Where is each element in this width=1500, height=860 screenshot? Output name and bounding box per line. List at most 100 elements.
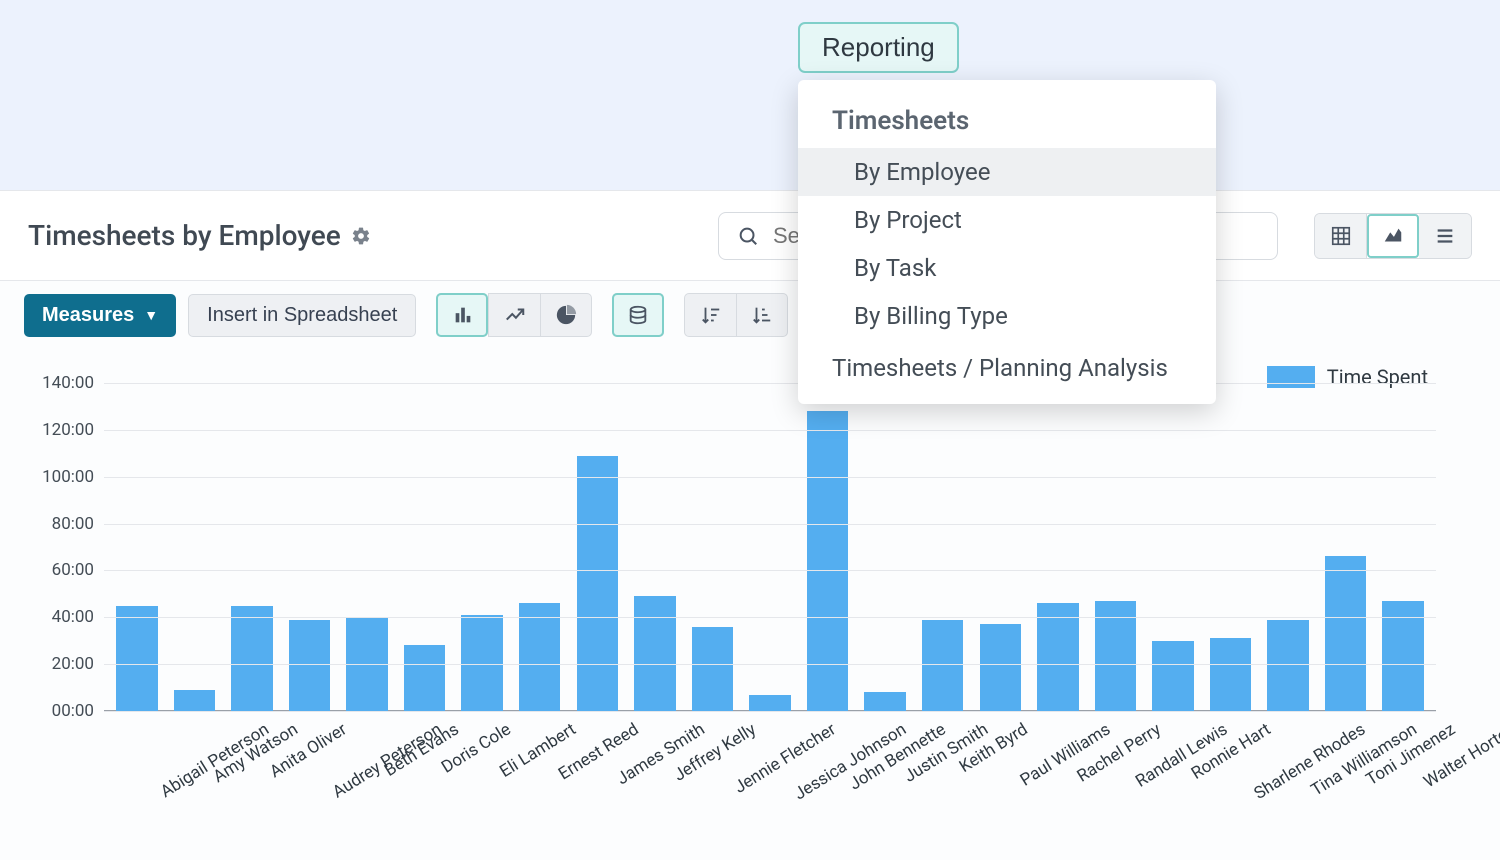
chart-bar-slot: Ernest Reed <box>511 383 569 711</box>
dropdown-item-label: By Billing Type <box>854 302 1008 330</box>
chart-gridline <box>104 430 1436 431</box>
chart-bar-slot: Audrey Peterson <box>281 383 339 711</box>
sort-desc-icon <box>700 304 722 326</box>
chart-gridline <box>104 570 1436 571</box>
chart-bar-slot: Anita Oliver <box>223 383 281 711</box>
chart-bar-slot: John Bennette <box>799 383 857 711</box>
chart-bar-slot: James Smith <box>569 383 627 711</box>
list-icon <box>1434 225 1456 247</box>
chart-y-tick: 20:00 <box>52 654 104 674</box>
chart-bar-slot: Jessica Johnson <box>741 383 799 711</box>
chart-y-tick: 40:00 <box>52 607 104 627</box>
sort-asc-button[interactable] <box>736 293 788 337</box>
sort-group <box>684 293 788 337</box>
reporting-menu-button[interactable]: Reporting <box>798 22 959 73</box>
chart-y-tick: 120:00 <box>42 420 104 440</box>
chart-bar-slot: Jennie Fletcher <box>684 383 742 711</box>
pie-chart-icon <box>555 304 577 326</box>
insert-spreadsheet-button[interactable]: Insert in Spreadsheet <box>188 294 416 337</box>
stack-icon <box>627 304 649 326</box>
stacked-toggle-button[interactable] <box>612 293 664 337</box>
chart-type-line-button[interactable] <box>488 293 540 337</box>
chart-bar[interactable] <box>461 615 502 711</box>
view-graph-button[interactable] <box>1367 214 1419 258</box>
dropdown-item-label: By Task <box>854 254 936 282</box>
dropdown-item-label: By Employee <box>854 158 990 186</box>
chart-bar-slot: Randall Lewis <box>1087 383 1145 711</box>
chart-type-bar-button[interactable] <box>436 293 488 337</box>
chart-bar-slot: Eli Lambert <box>453 383 511 711</box>
chart-bar[interactable] <box>864 692 905 711</box>
chart-gridline <box>104 711 1436 712</box>
chart-gridline <box>104 477 1436 478</box>
chart-bar-slot: Rachel Perry <box>1029 383 1087 711</box>
dropdown-bottom-link-label: Timesheets / Planning Analysis <box>832 354 1168 382</box>
chart-gridline <box>104 524 1436 525</box>
chart-bar[interactable] <box>1267 620 1308 711</box>
chart-bar-slot: Keith Byrd <box>914 383 972 711</box>
dropdown-item-by-employee[interactable]: By Employee <box>798 148 1216 196</box>
measures-button[interactable]: Measures ▼ <box>24 294 176 337</box>
insert-spreadsheet-label: Insert in Spreadsheet <box>207 304 397 326</box>
chart-bar-slot: Sharlene Rhodes <box>1202 383 1260 711</box>
grid-icon <box>1330 225 1352 247</box>
chart-bar-slot: Abigail Peterson <box>108 383 166 711</box>
chart-bar[interactable] <box>174 690 215 711</box>
chart-bar[interactable] <box>116 606 157 711</box>
chart-area: Time Spent Abigail PetersonAmy WatsonAni… <box>0 349 1500 857</box>
chart-bar-slot: Jeffrey Kelly <box>626 383 684 711</box>
chart-bar-slot: Walter Horton <box>1374 383 1432 711</box>
chart-type-group <box>436 293 592 337</box>
chart-bar[interactable] <box>1152 641 1193 711</box>
search-icon <box>737 225 759 247</box>
chart-gridline <box>104 664 1436 665</box>
view-switcher <box>1314 213 1472 259</box>
gear-icon[interactable] <box>351 226 371 246</box>
page-title: Timesheets by Employee <box>28 219 371 252</box>
chart-gridline <box>104 383 1436 384</box>
chart-bar[interactable] <box>922 620 963 711</box>
chart-bar[interactable] <box>231 606 272 711</box>
dropdown-item-by-task[interactable]: By Task <box>798 244 1216 292</box>
view-pivot-button[interactable] <box>1315 214 1367 258</box>
chart-y-tick: 140:00 <box>42 373 104 393</box>
chart-bar[interactable] <box>692 627 733 711</box>
sort-desc-button[interactable] <box>684 293 736 337</box>
line-chart-icon <box>504 304 526 326</box>
chart-bar-slot: Tina Williamson <box>1259 383 1317 711</box>
chart-bar[interactable] <box>289 620 330 711</box>
chart-bar-slot: Toni Jimenez <box>1317 383 1375 711</box>
sort-asc-icon <box>751 304 773 326</box>
chart-plot: Abigail PetersonAmy WatsonAnita OliverAu… <box>104 383 1436 711</box>
chart-gridline <box>104 617 1436 618</box>
chart-bar[interactable] <box>807 411 848 711</box>
chart-bar[interactable] <box>519 603 560 711</box>
chart-bar[interactable] <box>980 624 1021 711</box>
reporting-menu-label: Reporting <box>822 32 935 62</box>
dropdown-section-title: Timesheets <box>798 94 1216 148</box>
chart-bar[interactable] <box>577 456 618 711</box>
chart-bar[interactable] <box>749 695 790 711</box>
dropdown-planning-analysis[interactable]: Timesheets / Planning Analysis <box>798 340 1216 382</box>
chart-bar-slot: Justin Smith <box>856 383 914 711</box>
chart-y-tick: 60:00 <box>52 560 104 580</box>
dropdown-item-label: By Project <box>854 206 962 234</box>
chart-bar-slot: Doris Cole <box>396 383 454 711</box>
area-chart-icon <box>1382 225 1404 247</box>
reporting-dropdown: Timesheets By Employee By Project By Tas… <box>798 80 1216 404</box>
chart-y-tick: 100:00 <box>42 467 104 487</box>
chart-bar-slot: Beth Evans <box>338 383 396 711</box>
chart-y-tick: 80:00 <box>52 514 104 534</box>
dropdown-item-by-project[interactable]: By Project <box>798 196 1216 244</box>
chart-type-pie-button[interactable] <box>540 293 592 337</box>
view-list-button[interactable] <box>1419 214 1471 258</box>
chart-bar[interactable] <box>1325 556 1366 711</box>
dropdown-item-by-billing-type[interactable]: By Billing Type <box>798 292 1216 340</box>
chart-bar[interactable] <box>1210 638 1251 711</box>
measures-label: Measures <box>42 304 134 327</box>
chart-bar-slot: Ronnie Hart <box>1144 383 1202 711</box>
chart-bar[interactable] <box>404 645 445 711</box>
chart-bar[interactable] <box>1037 603 1078 711</box>
chart-bar[interactable] <box>634 596 675 711</box>
chart-y-tick: 00:00 <box>52 701 104 721</box>
